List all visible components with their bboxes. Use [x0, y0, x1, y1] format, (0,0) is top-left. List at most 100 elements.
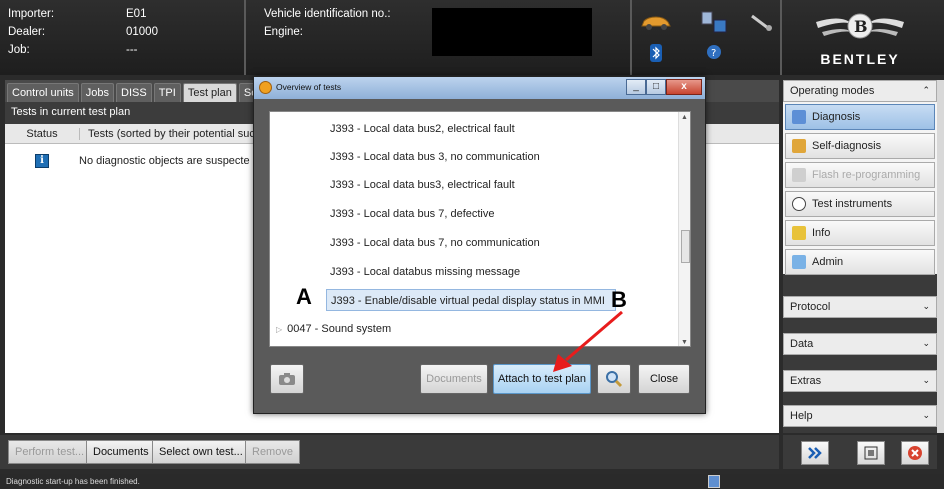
tab-test-plan[interactable]: Test plan [182, 83, 237, 102]
list-item[interactable]: J393 - Local data bus 3, no communicatio… [330, 146, 540, 168]
frame-icon [864, 446, 878, 460]
self-diagnosis-icon [792, 139, 806, 153]
sidebar-scrollbar[interactable] [937, 80, 944, 433]
dealer-value: 01000 [126, 26, 158, 38]
list-item[interactable]: J393 - Local data bus2, electrical fault [330, 118, 515, 140]
perform-test-button[interactable]: Perform test... [8, 440, 92, 464]
tab-diss[interactable]: DISS [116, 83, 152, 102]
sidebar-bottom-toolbar [783, 435, 937, 469]
bentley-logo: B BENTLEY [790, 10, 930, 72]
forward-button[interactable] [801, 441, 829, 465]
admin-icon [792, 255, 806, 269]
car-icon[interactable] [640, 14, 672, 30]
expand-icon[interactable]: ⌄ [922, 301, 930, 313]
vehicle-dealer-info: Importer: E01 Dealer: 01000 Job: --- [8, 5, 158, 59]
mode-info[interactable]: Info [785, 220, 935, 246]
collapse-icon[interactable]: ⌃ [922, 85, 930, 97]
mode-self-diagnosis[interactable]: Self-diagnosis [785, 133, 935, 159]
exit-button[interactable] [901, 441, 929, 465]
documents-button[interactable]: Documents [420, 364, 488, 394]
tests-list[interactable]: J393 - Local data bus2, electrical fault… [269, 111, 691, 347]
extras-header[interactable]: Extras ⌄ [783, 370, 937, 392]
list-group[interactable]: ▷ 0047 - Sound system [276, 318, 391, 340]
importer-value: E01 [126, 8, 147, 20]
operating-modes-header[interactable]: Operating modes ⌃ [783, 80, 937, 102]
documents-button[interactable]: Documents [86, 440, 156, 464]
close-circle-icon [908, 446, 922, 460]
status-icons: ? [640, 10, 780, 66]
screenshot-button[interactable] [857, 441, 885, 465]
expand-icon[interactable]: ⌄ [922, 410, 930, 422]
column-status[interactable]: Status [5, 128, 79, 140]
tab-control-units[interactable]: Control units [7, 83, 79, 102]
job-value: --- [126, 44, 138, 56]
annotation-b: B [611, 287, 627, 312]
protocol-header[interactable]: Protocol ⌄ [783, 296, 937, 318]
job-label: Job: [8, 44, 30, 56]
tab-tpi[interactable]: TPI [153, 83, 181, 102]
app-icon [259, 81, 272, 94]
importer-label: Importer: [8, 8, 55, 20]
list-item[interactable]: J393 - Local data bus 7, no communicatio… [330, 232, 540, 254]
expand-icon[interactable]: ⌄ [922, 375, 930, 387]
vin-label: Vehicle identification no.: [264, 8, 391, 20]
expand-icon[interactable]: ⌄ [922, 338, 930, 350]
list-scrollbar[interactable]: ▲ ▼ [678, 112, 690, 346]
document-status-icon[interactable] [708, 475, 720, 488]
camera-button[interactable] [270, 364, 304, 394]
mode-label: Test instruments [812, 198, 893, 210]
network-icon[interactable] [700, 10, 728, 34]
close-button[interactable]: Close [638, 364, 690, 394]
minimize-button[interactable]: _ [626, 79, 646, 95]
maximize-button[interactable]: □ [646, 79, 666, 95]
diagnostic-probe-icon[interactable] [750, 12, 774, 32]
overview-of-tests-dialog: Overview of tests _ □ x J393 - Local dat… [253, 76, 706, 414]
header-divider [630, 0, 632, 75]
scroll-up-icon[interactable]: ▲ [681, 114, 688, 121]
remove-button[interactable]: Remove [245, 440, 300, 464]
mode-test-instruments[interactable]: Test instruments [785, 191, 935, 217]
scroll-down-icon[interactable]: ▼ [681, 339, 688, 346]
data-header[interactable]: Data ⌄ [783, 333, 937, 355]
tab-jobs[interactable]: Jobs [80, 83, 115, 102]
books-icon [792, 226, 806, 240]
scroll-thumb[interactable] [681, 230, 690, 263]
help-header[interactable]: Help ⌄ [783, 405, 937, 427]
mode-label: Self-diagnosis [812, 140, 882, 152]
header-divider [244, 0, 246, 75]
group-label: 0047 - Sound system [287, 323, 392, 335]
dealer-label: Dealer: [8, 26, 46, 38]
window-close-button[interactable]: x [666, 79, 702, 95]
mode-admin[interactable]: Admin [785, 249, 935, 275]
engine-label: Engine: [264, 26, 304, 38]
redacted-area [432, 8, 592, 56]
bluetooth-icon[interactable] [650, 44, 662, 62]
column-tests[interactable]: Tests (sorted by their potential suc [79, 127, 255, 140]
mode-label: Info [812, 227, 831, 239]
expand-triangle-icon[interactable]: ▷ [276, 325, 282, 334]
search-icon [606, 371, 623, 388]
bottom-toolbar: Perform test... Documents Select own tes… [0, 435, 779, 469]
list-item[interactable]: J393 - Local data bus 7, defective [330, 203, 495, 225]
search-button[interactable] [597, 364, 631, 394]
help-bubble-icon[interactable]: ? [706, 44, 722, 62]
header-divider [780, 0, 782, 75]
attach-to-test-plan-button[interactable]: Attach to test plan [493, 364, 591, 394]
mode-label: Admin [812, 256, 844, 268]
list-item[interactable]: J393 - Local databus missing message [330, 261, 520, 283]
dialog-titlebar[interactable]: Overview of tests _ □ x [254, 77, 705, 99]
select-own-test-button[interactable]: Select own test... [152, 440, 250, 464]
brand-name: BENTLEY [820, 51, 900, 67]
mode-diagnosis[interactable]: Diagnosis [785, 104, 935, 130]
operating-modes-list: Diagnosis Self-diagnosis Flash re-progra… [783, 102, 937, 275]
dialog-title: Overview of tests [276, 82, 342, 92]
double-chevron-right-icon [808, 447, 822, 459]
list-item[interactable]: J393 - Local data bus3, electrical fault [330, 174, 515, 196]
data-label: Data [790, 338, 814, 350]
tests-row-text: No diagnostic objects are suspecte [79, 155, 250, 167]
operating-modes-label: Operating modes [790, 85, 875, 97]
list-item-selected[interactable]: J393 - Enable/disable virtual pedal disp… [326, 289, 616, 311]
header: Importer: E01 Dealer: 01000 Job: --- Vehicl… [0, 0, 944, 75]
diagnosis-icon [792, 110, 806, 124]
mode-flash-reprogramming[interactable]: Flash re-programming [785, 162, 935, 188]
